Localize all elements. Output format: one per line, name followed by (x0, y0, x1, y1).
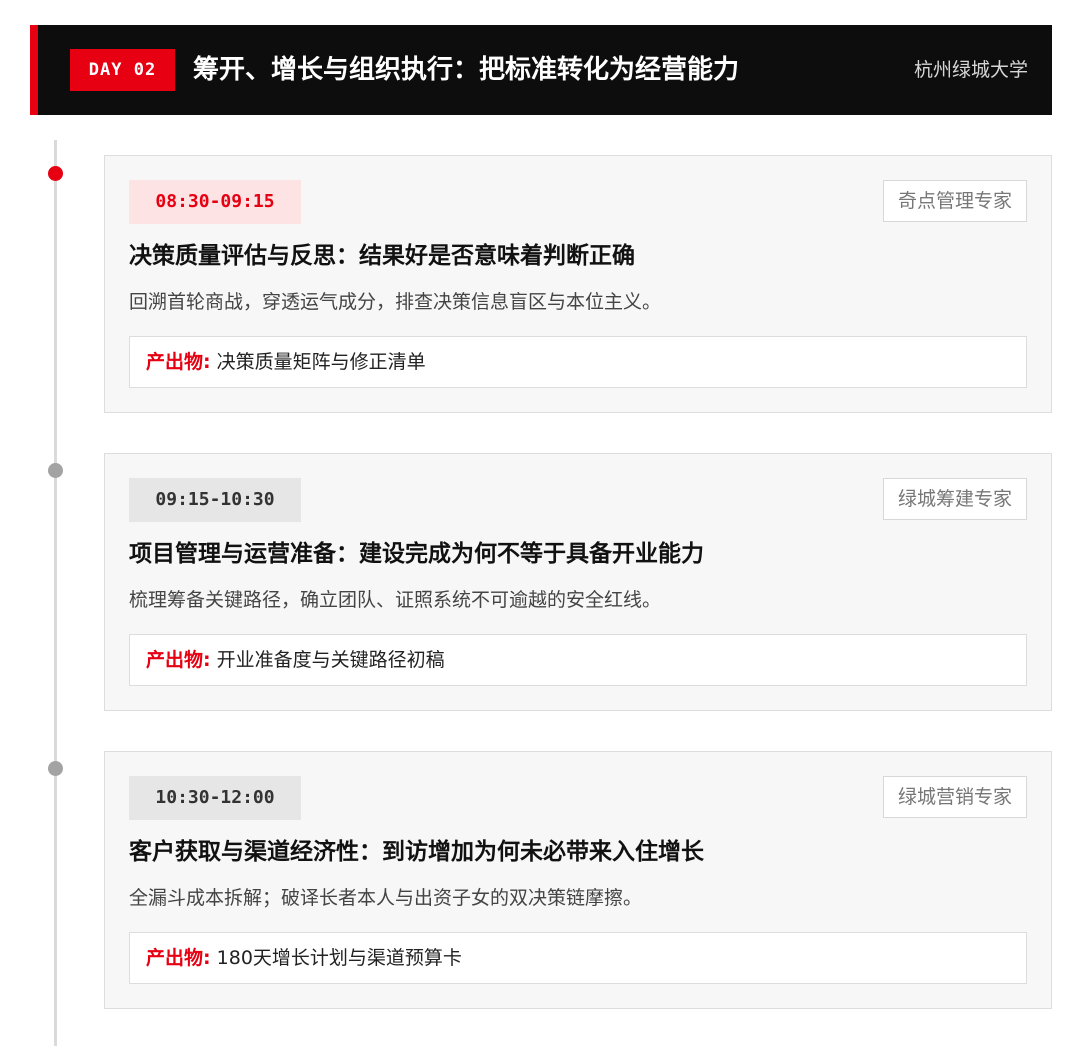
session-title: 项目管理与运营准备：建设完成为何不等于具备开业能力 (129, 541, 704, 567)
timeline-dot (48, 463, 63, 478)
deliverable-value: 决策质量矩阵与修正清单 (216, 351, 426, 373)
session-title: 客户获取与渠道经济性：到访增加为何未必带来入住增长 (129, 839, 704, 865)
deliverable-label: 产出物: (146, 351, 211, 373)
deliverable-box: 产出物: 180天增长计划与渠道预算卡 (129, 932, 1027, 984)
deliverable-label: 产出物: (146, 649, 211, 671)
session-card: 08:30-09:15 奇点管理专家 决策质量评估与反思：结果好是否意味着判断正… (104, 155, 1052, 413)
timeline-dot-active (48, 166, 63, 181)
session-time: 09:15-10:30 (129, 478, 301, 522)
day-title: 筹开、增长与组织执行：把标准转化为经营能力 (193, 55, 740, 85)
deliverable-box: 产出物: 开业准备度与关键路径初稿 (129, 634, 1027, 686)
speaker-tag: 绿城筹建专家 (882, 478, 1027, 520)
organizer-name: 杭州绿城大学 (913, 59, 1028, 81)
session-card: 10:30-12:00 绿城营销专家 客户获取与渠道经济性：到访增加为何未必带来… (104, 751, 1052, 1009)
session-description: 回溯首轮商战，穿透运气成分，排查决策信息盲区与本位主义。 (129, 291, 662, 313)
timeline-dot (48, 761, 63, 776)
session-time: 10:30-12:00 (129, 776, 301, 820)
deliverable-label: 产出物: (146, 947, 211, 969)
speaker-tag: 绿城营销专家 (882, 776, 1027, 818)
session-description: 全漏斗成本拆解；破译长者本人与出资子女的双决策链摩擦。 (129, 887, 643, 909)
day-header: DAY 02 筹开、增长与组织执行：把标准转化为经营能力 杭州绿城大学 (30, 25, 1052, 115)
deliverable-value: 开业准备度与关键路径初稿 (216, 649, 445, 671)
session-title: 决策质量评估与反思：结果好是否意味着判断正确 (129, 243, 635, 269)
session-card: 09:15-10:30 绿城筹建专家 项目管理与运营准备：建设完成为何不等于具备… (104, 453, 1052, 711)
timeline-line (54, 140, 57, 1046)
speaker-tag: 奇点管理专家 (882, 180, 1027, 222)
day-badge: DAY 02 (70, 49, 175, 91)
deliverable-value: 180天增长计划与渠道预算卡 (216, 947, 462, 969)
session-time: 08:30-09:15 (129, 180, 301, 224)
session-description: 梳理筹备关键路径，确立团队、证照系统不可逾越的安全红线。 (129, 589, 662, 611)
deliverable-box: 产出物: 决策质量矩阵与修正清单 (129, 336, 1027, 388)
